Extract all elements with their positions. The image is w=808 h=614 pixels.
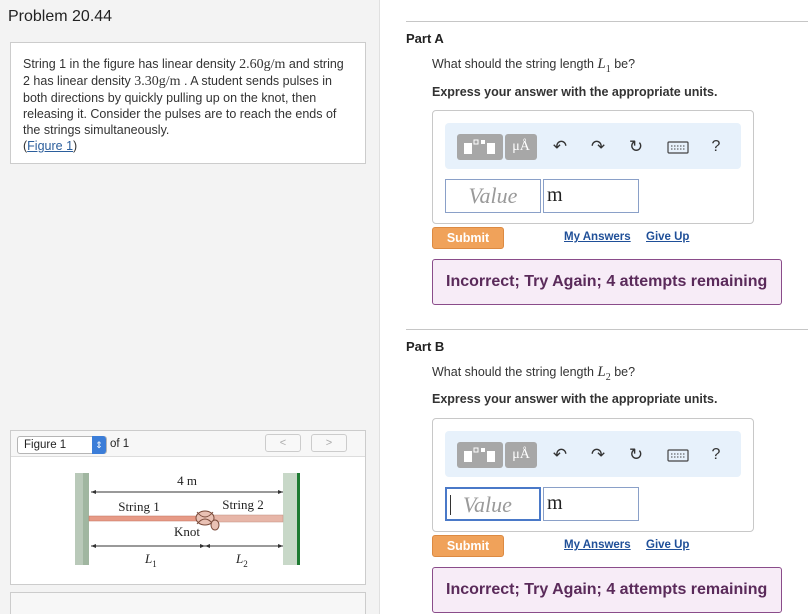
- templates-icon: [464, 139, 495, 154]
- part-b-question: What should the string length L2 be?: [432, 364, 636, 383]
- part-b-title: Part B: [406, 339, 445, 354]
- part-b-submit-button[interactable]: Submit: [432, 535, 504, 557]
- redo-icon[interactable]: ↷: [587, 134, 609, 160]
- problem-title: Problem 20.44: [8, 8, 113, 25]
- part-b-give-up-link[interactable]: Give Up: [646, 539, 689, 551]
- part-b-toolbar: μÅ ↶ ↷ ↻ ?: [445, 431, 741, 477]
- problem-statement: String 1 in the figure has linear densit…: [10, 42, 366, 164]
- part-a-my-answers-link[interactable]: My Answers: [564, 231, 631, 243]
- part-b-feedback: Incorrect; Try Again; 4 attempts remaini…: [432, 567, 782, 613]
- part-a-feedback: Incorrect; Try Again; 4 attempts remaini…: [432, 259, 782, 305]
- part-b-my-answers-link[interactable]: My Answers: [564, 539, 631, 551]
- part-b-variable: L2: [597, 364, 611, 383]
- string-2-label: String 2: [222, 497, 264, 512]
- part-a-title: Part A: [406, 31, 444, 46]
- undo-icon[interactable]: ↶: [549, 134, 571, 160]
- right-wall: [283, 473, 297, 565]
- knot-label: Knot: [174, 524, 200, 539]
- part-a-unit-input[interactable]: m: [543, 179, 639, 213]
- divider-a: [406, 21, 808, 22]
- templates-icon: [464, 447, 495, 462]
- units-button[interactable]: μÅ: [505, 442, 537, 468]
- reset-icon[interactable]: ↻: [625, 442, 647, 468]
- units-button[interactable]: μÅ: [505, 134, 537, 160]
- prev-figure-button[interactable]: <: [265, 434, 301, 452]
- redo-icon[interactable]: ↷: [587, 442, 609, 468]
- part-a-question: What should the string length L1 be?: [432, 56, 636, 75]
- part-a-submit-button[interactable]: Submit: [432, 227, 504, 249]
- string-1: [88, 515, 206, 522]
- part-a-value-input[interactable]: Value: [445, 179, 541, 213]
- help-button[interactable]: ?: [705, 442, 727, 468]
- part-b-answer-box: μÅ ↶ ↷ ↻ ? Value m: [432, 418, 754, 532]
- keyboard-icon[interactable]: [665, 442, 691, 468]
- part-b-instructions: Express your answer with the appropriate…: [432, 392, 718, 406]
- select-arrows-icon: ⇕: [92, 436, 106, 454]
- figure-select[interactable]: Figure 1 ⇕: [17, 436, 107, 454]
- part-b-value-input[interactable]: Value: [445, 487, 541, 521]
- L1-label: L1: [144, 551, 157, 569]
- figure-link[interactable]: Figure 1: [27, 139, 73, 153]
- divider-b: [406, 329, 808, 330]
- part-b-unit-input[interactable]: m: [543, 487, 639, 521]
- reset-icon[interactable]: ↻: [625, 134, 647, 160]
- length-label: 4 m: [177, 473, 197, 488]
- density-2: 3.30g/m: [134, 74, 181, 89]
- part-a-toolbar: μÅ ↶ ↷ ↻ ?: [445, 123, 741, 169]
- next-figure-button[interactable]: >: [311, 434, 347, 452]
- figure-footer: [10, 592, 366, 614]
- problem-text-1: String 1 in the figure has linear densit…: [23, 57, 240, 71]
- L2-label: L2: [235, 551, 248, 569]
- strings-figure: 4 m String 1 String 2 Knot L1 L2: [75, 473, 300, 569]
- part-a-instructions: Express your answer with the appropriate…: [432, 85, 718, 99]
- problem-pane: Problem 20.44 String 1 in the figure has…: [0, 0, 380, 614]
- part-a-give-up-link[interactable]: Give Up: [646, 231, 689, 243]
- templates-button[interactable]: [457, 134, 503, 160]
- keyboard-icon[interactable]: [665, 134, 691, 160]
- figure-count: of 1: [110, 438, 130, 450]
- undo-icon[interactable]: ↶: [549, 442, 571, 468]
- part-a-variable: L1: [597, 56, 611, 75]
- part-a-answer-box: μÅ ↶ ↷ ↻ ? Value m: [432, 110, 754, 224]
- figure-toolbar: Figure 1 ⇕ of 1 < >: [11, 431, 365, 457]
- density-1: 2.60g/m: [239, 57, 286, 72]
- templates-button[interactable]: [457, 442, 503, 468]
- help-button[interactable]: ?: [705, 134, 727, 160]
- figure-select-value: Figure 1: [24, 439, 67, 451]
- string-1-label: String 1: [118, 499, 160, 514]
- figure-panel: Figure 1 ⇕ of 1 < > 4 m String 1 String …: [10, 430, 366, 585]
